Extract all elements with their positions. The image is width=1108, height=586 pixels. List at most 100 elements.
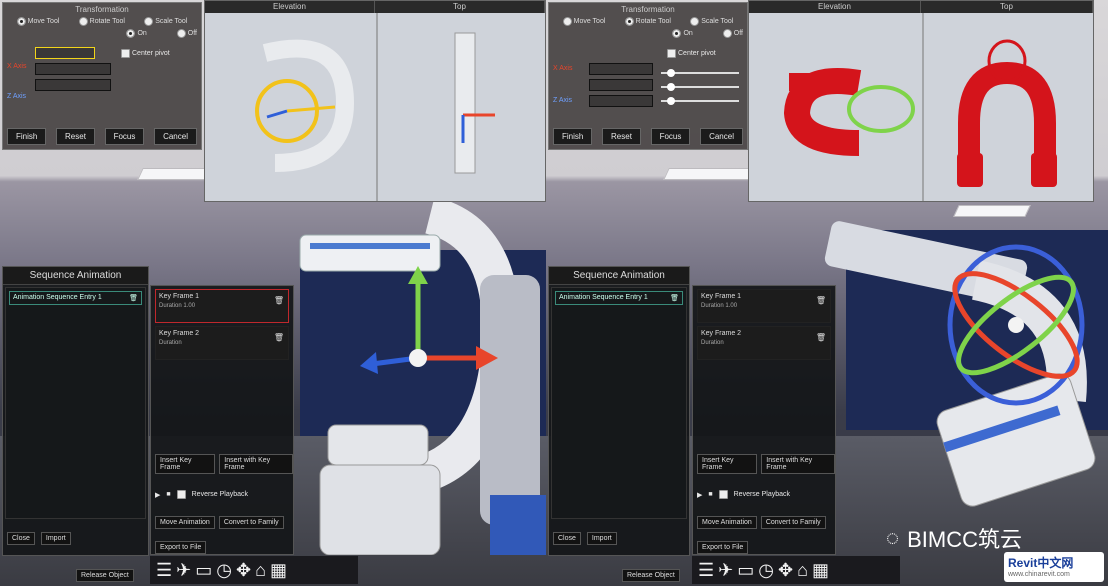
close-button[interactable]: Close (7, 532, 35, 545)
x-slider-thumb (667, 69, 675, 77)
transformation-panel: Transformation Move Tool Rotate Tool Sca… (548, 2, 748, 150)
transformation-title: Transformation (75, 5, 129, 14)
clock-icon[interactable]: ◷ (216, 560, 232, 580)
move-animation-button[interactable]: Move Animation (155, 516, 215, 529)
key-frame-1[interactable]: Key Frame 1 Duration 1.00 🗑 (697, 289, 831, 323)
move-tool-radio[interactable]: Move Tool (562, 17, 605, 26)
stop-icon[interactable]: ■ (708, 491, 712, 498)
duration-value[interactable]: 1.00 (725, 303, 737, 309)
sequence-entry[interactable]: Animation Sequence Entry 1 🗑 (9, 291, 142, 305)
gamepad-icon[interactable]: ⌂ (255, 560, 266, 580)
insert-with-key-frame-button[interactable]: Insert with Key Frame (761, 454, 835, 474)
import-button[interactable]: Import (40, 532, 71, 545)
viewport-canvas[interactable] (749, 13, 1093, 201)
sequence-entry[interactable]: Animation Sequence Entry 1 🗑 (555, 291, 683, 305)
export-to-file-button[interactable]: Export to File (697, 541, 749, 554)
reset-button[interactable]: Reset (56, 128, 95, 145)
trash-icon[interactable]: 🗑 (274, 333, 284, 342)
import-button[interactable]: Import (586, 532, 617, 545)
center-pivot-checkbox[interactable]: Center pivot (667, 49, 716, 58)
rotate-gizmo[interactable] (931, 240, 1101, 410)
export-to-file-button[interactable]: Export to File (155, 541, 207, 554)
convert-to-family-button[interactable]: Convert to Family (218, 516, 284, 529)
rotate-tool-radio[interactable]: Rotate Tool (624, 17, 671, 26)
duration-value[interactable]: 1.00 (183, 303, 195, 309)
trash-icon[interactable]: 🗑 (670, 294, 679, 302)
gamepad-icon[interactable]: ⌂ (797, 560, 808, 580)
elevation-tab[interactable]: Elevation (205, 1, 375, 13)
move-tool-radio[interactable]: Move Tool (16, 17, 59, 26)
release-object-button[interactable]: Release Object (622, 569, 680, 582)
x-rotation-field[interactable] (589, 63, 653, 75)
list-icon[interactable]: ☰ (156, 560, 172, 580)
z-axis-label: Z Axis (7, 93, 27, 100)
top-tab[interactable]: Top (921, 1, 1093, 13)
reset-button[interactable]: Reset (602, 128, 641, 145)
folder-icon[interactable]: ▭ (195, 560, 212, 580)
export-row: Export to File (697, 536, 749, 554)
close-button[interactable]: Close (553, 532, 581, 545)
viewport-canvas[interactable] (205, 13, 545, 201)
grid-icon[interactable]: ▦ (270, 560, 287, 580)
convert-to-family-button[interactable]: Convert to Family (760, 516, 826, 529)
insert-key-frame-button[interactable]: Insert Key Frame (155, 454, 216, 474)
top-right-foot (1031, 153, 1057, 187)
plane-icon[interactable]: ✈ (718, 560, 733, 580)
x-axis-field[interactable] (35, 47, 95, 59)
trash-icon[interactable]: 🗑 (816, 333, 826, 342)
transformation-panel: Transformation Move Tool Rotate Tool Sca… (2, 2, 202, 150)
rotate-tool-radio[interactable]: Rotate Tool (78, 17, 125, 26)
snap-off-label: Off (187, 30, 197, 37)
cancel-button[interactable]: Cancel (154, 128, 197, 145)
move-animation-button[interactable]: Move Animation (697, 516, 757, 529)
folder-icon[interactable]: ▭ (737, 560, 754, 580)
stop-icon[interactable]: ■ (166, 491, 170, 498)
y-rotation-field[interactable] (589, 79, 653, 91)
sequence-entry-label: Animation Sequence Entry 1 (13, 294, 102, 301)
key-frame-1-duration: Duration 1.00 (701, 303, 827, 309)
trash-icon[interactable]: 🗑 (274, 296, 284, 305)
trash-icon[interactable]: 🗑 (129, 294, 138, 302)
scale-tool-radio[interactable]: Scale Tool (690, 17, 733, 26)
z-rotation-field[interactable] (589, 95, 653, 107)
grid-icon[interactable]: ▦ (812, 560, 829, 580)
y-slider-thumb (667, 83, 675, 91)
z-axis-field[interactable] (35, 79, 111, 91)
key-frame-panel: Key Frame 1 Duration 1.00 🗑 Key Frame 2 … (150, 285, 294, 555)
sequence-bottom-row: Close Import (553, 532, 617, 545)
clock-icon[interactable]: ◷ (758, 560, 774, 580)
playback-row: ▶ ■ Reverse Playback (697, 490, 790, 499)
snap-on-radio[interactable]: On (126, 29, 147, 38)
move-icon[interactable]: ✥ (778, 560, 793, 580)
snap-off-radio[interactable]: Off (722, 29, 743, 38)
translate-gizmo[interactable] (340, 260, 510, 400)
top-tab[interactable]: Top (375, 1, 545, 13)
finish-button[interactable]: Finish (7, 128, 47, 145)
move-icon[interactable]: ✥ (236, 560, 251, 580)
snap-off-radio[interactable]: Off (176, 29, 197, 38)
finish-button[interactable]: Finish (553, 128, 593, 145)
play-icon[interactable]: ▶ (697, 491, 702, 499)
key-frame-1[interactable]: Key Frame 1 Duration 1.00 🗑 (155, 289, 289, 323)
checkbox-icon[interactable] (718, 490, 728, 499)
center-pivot-checkbox[interactable]: Center pivot (121, 49, 170, 58)
plane-icon[interactable]: ✈ (176, 560, 191, 580)
checkbox-icon[interactable] (176, 490, 186, 499)
insert-with-key-frame-button[interactable]: Insert with Key Frame (219, 454, 293, 474)
cancel-button[interactable]: Cancel (700, 128, 743, 145)
insert-key-frame-button[interactable]: Insert Key Frame (697, 454, 758, 474)
tool-selector: Move Tool Rotate Tool Scale Tool (553, 17, 743, 26)
scale-tool-radio[interactable]: Scale Tool (144, 17, 187, 26)
y-axis-field[interactable] (35, 63, 111, 75)
release-object-button[interactable]: Release Object (76, 569, 134, 582)
play-icon[interactable]: ▶ (155, 491, 160, 499)
trash-icon[interactable]: 🗑 (816, 296, 826, 305)
snap-on-radio[interactable]: On (672, 29, 693, 38)
list-icon[interactable]: ☰ (698, 560, 714, 580)
rotation-sliders[interactable] (657, 67, 743, 107)
key-frame-2[interactable]: Key Frame 2 Duration 🗑 (155, 326, 289, 360)
focus-button[interactable]: Focus (104, 128, 145, 145)
key-frame-2[interactable]: Key Frame 2 Duration 🗑 (697, 326, 831, 360)
elevation-tab[interactable]: Elevation (749, 1, 921, 13)
focus-button[interactable]: Focus (650, 128, 691, 145)
